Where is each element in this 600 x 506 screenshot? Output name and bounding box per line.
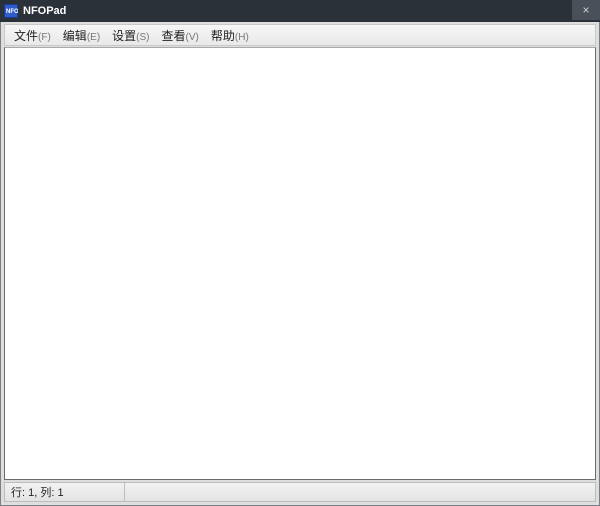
nfo-icon: NFO (4, 4, 18, 18)
status-cursor-position: 行: 1, 列: 1 (5, 483, 125, 501)
close-icon: × (582, 4, 589, 16)
status-empty (125, 483, 595, 501)
menu-label: 设置 (112, 29, 136, 43)
menu-shortcut: (S) (136, 32, 149, 43)
menu-shortcut: (V) (186, 32, 199, 43)
menubar: 文件(F) 编辑(E) 设置(S) 查看(V) 帮助(H) (4, 24, 596, 46)
menu-label: 查看 (162, 29, 186, 43)
menu-label: 帮助 (211, 29, 235, 43)
menu-shortcut: (F) (38, 32, 51, 43)
statusbar: 行: 1, 列: 1 (4, 482, 596, 502)
titlebar[interactable]: NFO NFOPad × (0, 0, 600, 22)
menu-settings[interactable]: 设置(S) (106, 26, 155, 45)
text-editor[interactable] (4, 47, 596, 480)
menu-label: 编辑 (63, 29, 87, 43)
menu-shortcut: (E) (87, 32, 100, 43)
window-title: NFOPad (23, 5, 66, 17)
menu-shortcut: (H) (235, 32, 249, 43)
menu-file[interactable]: 文件(F) (8, 26, 57, 45)
menu-label: 文件 (14, 29, 38, 43)
client-area: 文件(F) 编辑(E) 设置(S) 查看(V) 帮助(H) 行: 1, 列: 1 (0, 22, 600, 506)
app-window: NFO NFOPad × 文件(F) 编辑(E) 设置(S) 查看(V) 帮助(… (0, 0, 600, 506)
menu-view[interactable]: 查看(V) (156, 26, 205, 45)
menu-help[interactable]: 帮助(H) (205, 26, 255, 45)
close-button[interactable]: × (572, 0, 600, 20)
menu-edit[interactable]: 编辑(E) (57, 26, 106, 45)
svg-text:NFO: NFO (6, 9, 18, 15)
